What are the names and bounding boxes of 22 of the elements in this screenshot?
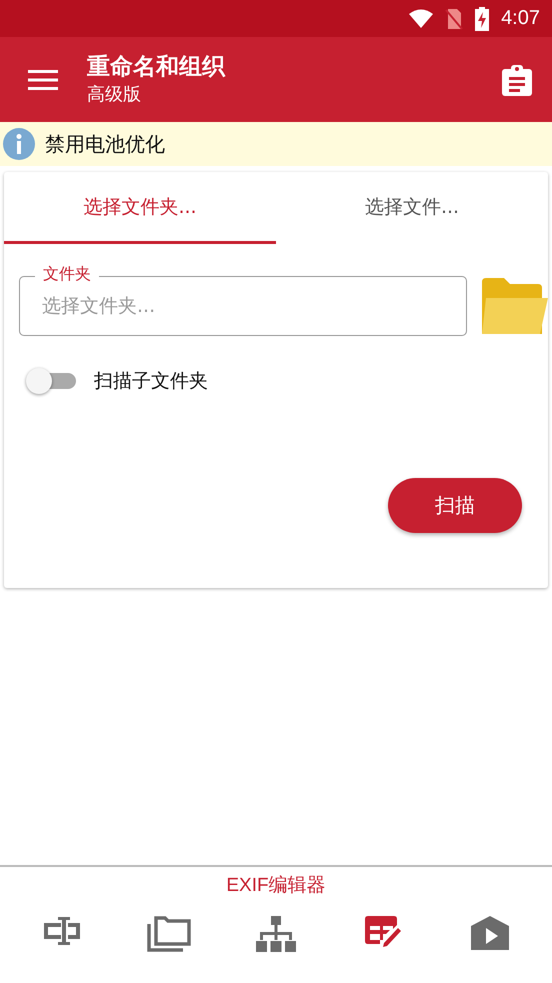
switch-label: 扫描子文件夹: [94, 369, 208, 394]
tab[interactable]: 选择文件夹...: [4, 172, 276, 244]
wifi-icon: [409, 8, 434, 28]
menu-icon[interactable]: [28, 68, 58, 90]
battery-charging-icon: [475, 6, 490, 30]
status-time: 4:07: [501, 7, 540, 30]
banner-text: 禁用电池优化: [45, 130, 165, 158]
banner[interactable]: 禁用电池优化: [0, 122, 552, 166]
tab[interactable]: 选择文件...: [276, 172, 548, 244]
video-icon[interactable]: [471, 916, 510, 950]
toggle-switch[interactable]: [26, 366, 78, 396]
text-cursor-icon[interactable]: [44, 916, 80, 946]
app-subtitle: 高级版: [87, 82, 142, 106]
nav-label: EXIF编辑器: [226, 874, 326, 898]
scan-button[interactable]: 扫描: [388, 478, 522, 533]
no-sim-icon: [445, 8, 464, 30]
clipboard-icon[interactable]: [502, 64, 532, 96]
hierarchy-icon[interactable]: [256, 916, 296, 952]
table-edit-icon[interactable]: [365, 916, 402, 950]
app-title: 重命名和组织: [87, 52, 226, 82]
info-icon: [3, 128, 35, 160]
folders-icon[interactable]: [146, 916, 191, 952]
